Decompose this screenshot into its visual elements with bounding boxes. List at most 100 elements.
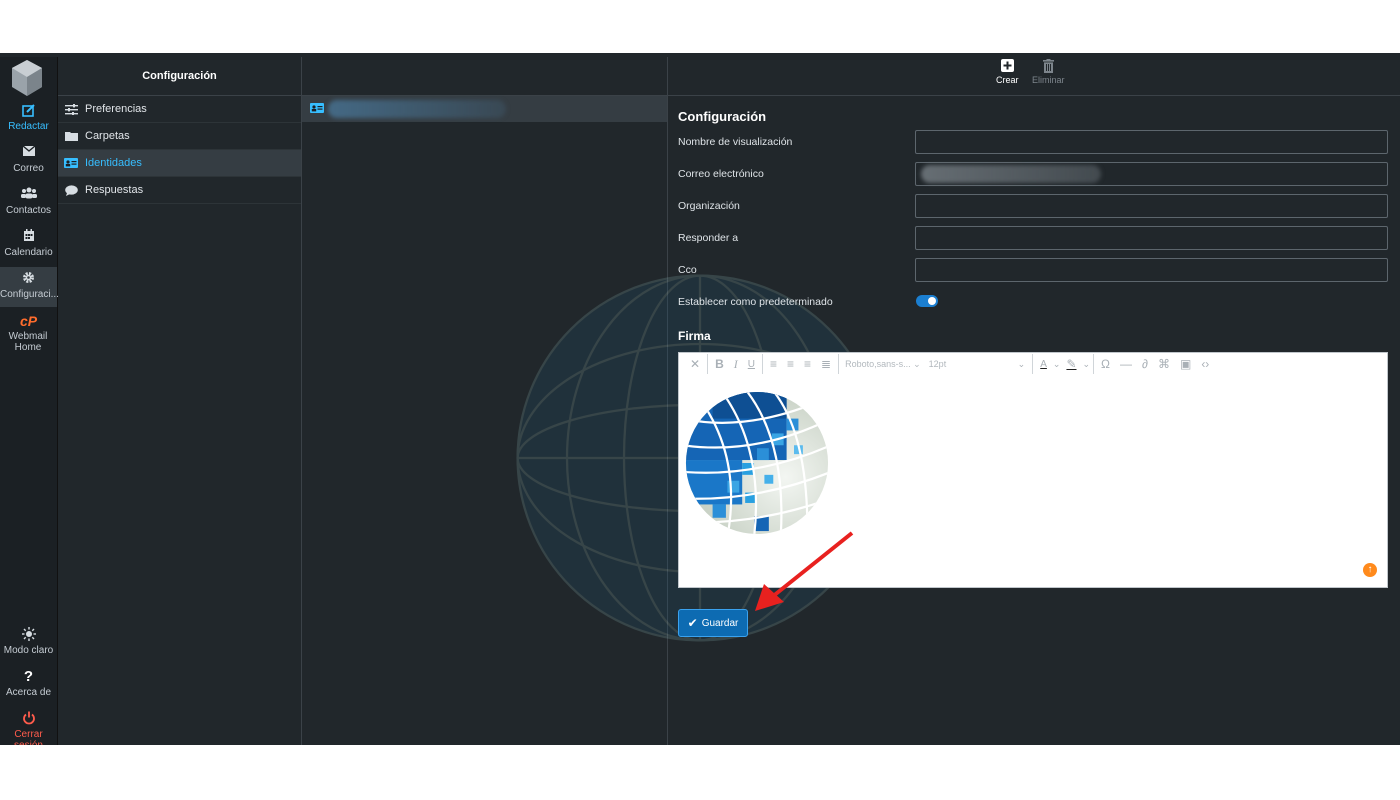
delete-button[interactable]: Eliminar <box>1032 59 1065 85</box>
signature-editor[interactable]: ✕ B I U ≡ ≡ ≡ ≣ Roboto,sans-s... ⌄ 12pt … <box>678 352 1388 588</box>
organization-input[interactable] <box>915 194 1388 218</box>
webmail-app: Redactar Correo Contactos Calendario Con… <box>0 53 1400 745</box>
nav-light-mode-label: Modo claro <box>3 645 54 656</box>
sun-icon <box>0 627 57 643</box>
font-family-select[interactable]: Roboto,sans-s... ⌄ <box>845 359 921 370</box>
bcc-row: Cco <box>678 258 1390 284</box>
nav-compose[interactable]: Redactar <box>0 99 57 139</box>
reply-to-input[interactable] <box>915 226 1388 250</box>
settings-item-label: Identidades <box>85 157 142 169</box>
nav-calendar[interactable]: Calendario <box>0 225 57 265</box>
nav-compose-label: Redactar <box>8 121 49 132</box>
nav-contacts-label: Contactos <box>5 205 52 216</box>
identity-email-redacted <box>328 100 506 118</box>
cpanel-icon: cP <box>19 313 38 329</box>
align-right-icon[interactable]: ≡ <box>804 357 811 371</box>
settings-item-label: Preferencias <box>85 103 147 115</box>
code-icon[interactable]: ‹› <box>1201 357 1209 371</box>
toolbar-separator <box>838 354 840 374</box>
horizontal-rule-icon[interactable]: — <box>1120 357 1132 371</box>
email-row: Correo electrónico <box>678 162 1390 188</box>
nav-webmail-home[interactable]: cP Webmail Home <box>0 309 57 357</box>
users-icon <box>0 187 57 203</box>
organization-row: Organización <box>678 194 1390 220</box>
detail-toolbar: Crear Eliminar <box>668 57 1400 96</box>
identity-detail: Crear Eliminar Configuración Nombre de v… <box>668 57 1400 745</box>
settings-item-label: Respuestas <box>85 184 144 196</box>
chevron-down-icon: ⌄ <box>913 358 921 369</box>
settings-item-responses[interactable]: Respuestas <box>58 177 301 204</box>
font-family-value: Roboto,sans-s... <box>845 358 911 369</box>
nav-calendar-label: Calendario <box>4 247 53 258</box>
unlink-icon[interactable]: ⌘ <box>1158 357 1170 371</box>
chevron-down-icon[interactable]: ⌄ <box>1018 359 1026 370</box>
delete-button-label: Eliminar <box>1032 75 1065 85</box>
email-label: Correo electrónico <box>678 168 764 180</box>
font-size-select[interactable]: 12pt <box>929 359 1009 369</box>
reply-to-label: Responder a <box>678 232 739 244</box>
align-left-icon[interactable]: ≡ <box>770 357 777 371</box>
nav-about-label: Acerca de <box>5 687 52 698</box>
display-name-input[interactable] <box>915 130 1388 154</box>
comment-icon <box>64 184 78 196</box>
gear-icon <box>0 271 57 287</box>
save-button[interactable]: ✔ Guardar <box>678 609 748 637</box>
organization-label: Organización <box>678 200 740 212</box>
toolbar-separator <box>707 354 709 374</box>
image-icon[interactable]: ▣ <box>1180 357 1191 371</box>
default-toggle[interactable] <box>916 295 938 307</box>
form-title: Configuración <box>678 109 767 124</box>
chevron-down-icon[interactable]: ⌄ <box>1083 359 1091 370</box>
nav-settings[interactable]: Configuraci... <box>0 267 59 307</box>
editor-toolbar: ✕ B I U ≡ ≡ ≡ ≣ Roboto,sans-s... ⌄ 12pt … <box>679 353 1387 375</box>
nav-contacts[interactable]: Contactos <box>0 183 57 223</box>
nav-mail[interactable]: Correo <box>0 141 57 181</box>
nav-about[interactable]: ? Acerca de <box>0 665 57 705</box>
id-card-icon <box>64 157 78 169</box>
sliders-icon <box>64 103 78 115</box>
default-row: Establecer como predeterminado <box>678 290 1390 316</box>
font-size-value: 12pt <box>928 359 947 369</box>
bcc-label: Cco <box>678 264 697 276</box>
create-button-label: Crear <box>996 75 1019 85</box>
trash-icon <box>1032 59 1065 75</box>
underline-icon[interactable]: U <box>748 359 755 370</box>
toolbar-separator <box>1032 354 1034 374</box>
highlight-icon[interactable]: ✎ <box>1066 357 1076 371</box>
toolbar-separator <box>761 354 763 374</box>
clear-format-icon[interactable]: ✕ <box>690 357 700 371</box>
create-button[interactable]: Crear <box>996 59 1019 85</box>
calendar-icon <box>0 229 57 245</box>
nav-webmail-home-label: Webmail Home <box>8 331 48 353</box>
display-name-label: Nombre de visualización <box>678 136 793 148</box>
link-icon[interactable]: ∂ <box>1142 357 1148 371</box>
nav-settings-label: Configuraci... <box>0 289 59 300</box>
align-center-icon[interactable]: ≡ <box>787 357 794 371</box>
bold-icon[interactable]: B <box>715 357 724 371</box>
reply-to-row: Responder a <box>678 226 1390 252</box>
chevron-down-icon[interactable]: ⌄ <box>1053 359 1061 370</box>
main-nav: Redactar Correo Contactos Calendario Con… <box>0 57 59 745</box>
power-icon <box>0 711 57 727</box>
settings-item-folders[interactable]: Carpetas <box>58 123 301 150</box>
nav-light-mode[interactable]: Modo claro <box>0 623 57 663</box>
italic-icon[interactable]: I <box>734 357 738 372</box>
scroll-up-icon[interactable]: ↑ <box>1363 563 1377 577</box>
omega-icon[interactable]: Ω <box>1101 357 1110 371</box>
nav-logout-label: Cerrar sesión <box>14 729 43 745</box>
save-button-label: Guardar <box>701 617 739 629</box>
align-justify-icon[interactable]: ≣ <box>821 357 831 371</box>
identity-row[interactable] <box>302 96 667 122</box>
id-card-icon <box>310 100 324 118</box>
bcc-input[interactable] <box>915 258 1388 282</box>
nav-logout[interactable]: Cerrar sesión <box>0 707 57 745</box>
settings-item-identities[interactable]: Identidades <box>58 150 301 177</box>
text-color-icon[interactable]: A <box>1040 359 1047 370</box>
settings-item-preferences[interactable]: Preferencias <box>58 96 301 123</box>
email-redacted <box>921 165 1101 183</box>
folder-icon <box>64 130 78 142</box>
identities-header <box>302 57 667 96</box>
display-name-row: Nombre de visualización <box>678 130 1390 156</box>
default-label: Establecer como predeterminado <box>678 296 833 308</box>
toolbar-separator <box>1093 354 1095 374</box>
